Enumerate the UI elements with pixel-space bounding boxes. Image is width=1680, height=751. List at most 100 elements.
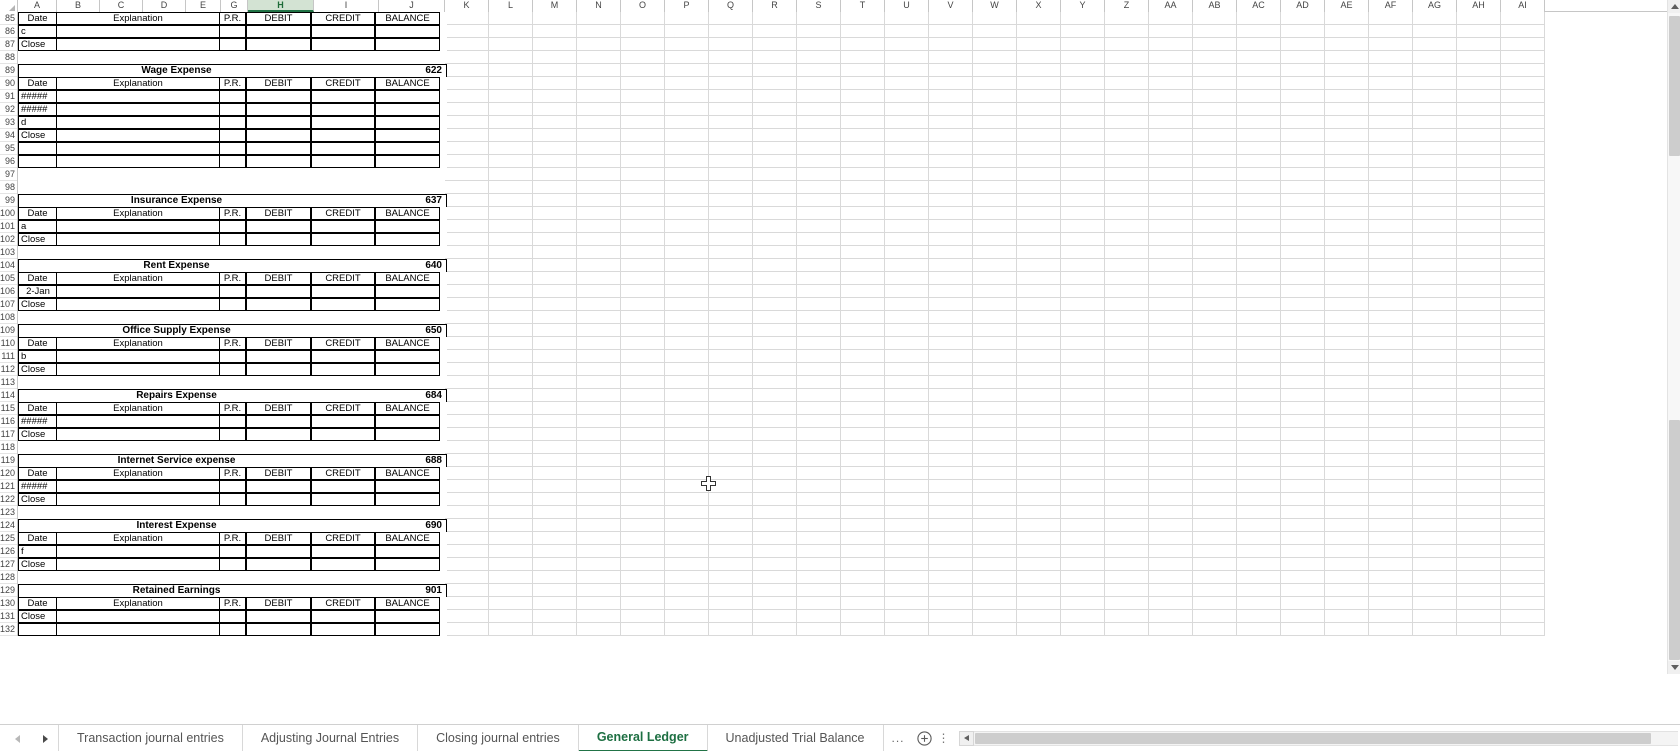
cell-P132[interactable]: [665, 623, 709, 636]
cell-L100[interactable]: [489, 207, 533, 220]
cell-M107[interactable]: [533, 298, 577, 311]
cell-N96[interactable]: [577, 155, 621, 168]
ledger-cell-balance[interactable]: [374, 129, 440, 142]
cell-AB127[interactable]: [1193, 558, 1237, 571]
cell-AD95[interactable]: [1281, 142, 1325, 155]
cell-L119[interactable]: [489, 454, 533, 467]
cell-M125[interactable]: [533, 532, 577, 545]
cell-U88[interactable]: [885, 51, 929, 64]
cell-AI96[interactable]: [1501, 155, 1545, 168]
cell-J98[interactable]: [379, 181, 445, 194]
ledger-cell-expl[interactable]: [56, 428, 220, 441]
cell-L96[interactable]: [489, 155, 533, 168]
cell-K117[interactable]: [445, 428, 489, 441]
cell-O105[interactable]: [621, 272, 665, 285]
cell-W90[interactable]: [973, 77, 1017, 90]
cell-AD107[interactable]: [1281, 298, 1325, 311]
account-number[interactable]: 650: [384, 325, 446, 337]
cell-S125[interactable]: [797, 532, 841, 545]
ledger-cell-credit[interactable]: [310, 155, 375, 168]
cell-L121[interactable]: [489, 480, 533, 493]
cell-U85[interactable]: [885, 12, 929, 25]
cell-AB112[interactable]: [1193, 363, 1237, 376]
cell-W85[interactable]: [973, 12, 1017, 25]
cell-Y113[interactable]: [1061, 376, 1105, 389]
cell-AE99[interactable]: [1325, 194, 1369, 207]
cell-M108[interactable]: [533, 311, 577, 324]
cell-M126[interactable]: [533, 545, 577, 558]
cell-AA102[interactable]: [1149, 233, 1193, 246]
ledger-cell-balance[interactable]: [374, 233, 440, 246]
ledger-cell-date[interactable]: Close: [18, 363, 57, 376]
cell-AE125[interactable]: [1325, 532, 1369, 545]
ledger-cell-pr[interactable]: [219, 38, 246, 51]
cell-AF128[interactable]: [1369, 571, 1413, 584]
cell-Z95[interactable]: [1105, 142, 1149, 155]
cell-O85[interactable]: [621, 12, 665, 25]
cell-T112[interactable]: [841, 363, 885, 376]
ledger-cell-date[interactable]: #####: [18, 90, 57, 103]
cell-AB107[interactable]: [1193, 298, 1237, 311]
cell-U103[interactable]: [885, 246, 929, 259]
cell-AC130[interactable]: [1237, 597, 1281, 610]
cell-N85[interactable]: [577, 12, 621, 25]
row-header-103[interactable]: 103: [0, 246, 17, 259]
ledger-header-date[interactable]: Date: [18, 402, 57, 415]
cell-M109[interactable]: [533, 324, 577, 337]
cell-AG97[interactable]: [1413, 168, 1457, 181]
cell-K95[interactable]: [445, 142, 489, 155]
horizontal-scrollbar[interactable]: [958, 730, 1678, 747]
cell-N119[interactable]: [577, 454, 621, 467]
cell-S98[interactable]: [797, 181, 841, 194]
cell-AE130[interactable]: [1325, 597, 1369, 610]
cell-AE132[interactable]: [1325, 623, 1369, 636]
ledger-header-date[interactable]: Date: [18, 77, 57, 90]
cell-P97[interactable]: [665, 168, 709, 181]
sheet-tab-closing-journal-entries[interactable]: Closing journal entries: [418, 724, 579, 751]
cell-Z111[interactable]: [1105, 350, 1149, 363]
ledger-cell-debit[interactable]: [245, 623, 311, 636]
cell-V92[interactable]: [929, 103, 973, 116]
cell-M120[interactable]: [533, 467, 577, 480]
cell-AF89[interactable]: [1369, 64, 1413, 77]
cell-Y101[interactable]: [1061, 220, 1105, 233]
cell-P131[interactable]: [665, 610, 709, 623]
cell-AE88[interactable]: [1325, 51, 1369, 64]
cell-N93[interactable]: [577, 116, 621, 129]
cell-S118[interactable]: [797, 441, 841, 454]
cell-B118[interactable]: [57, 441, 100, 454]
cell-U92[interactable]: [885, 103, 929, 116]
column-header-l[interactable]: L: [489, 0, 533, 12]
cell-AF92[interactable]: [1369, 103, 1413, 116]
ledger-cell-debit[interactable]: [245, 285, 311, 298]
cell-R85[interactable]: [753, 12, 797, 25]
cell-AG92[interactable]: [1413, 103, 1457, 116]
row-header-98[interactable]: 98: [0, 181, 17, 194]
cell-S116[interactable]: [797, 415, 841, 428]
cell-AI87[interactable]: [1501, 38, 1545, 51]
cell-X87[interactable]: [1017, 38, 1061, 51]
cell-Q129[interactable]: [709, 584, 753, 597]
cell-AE109[interactable]: [1325, 324, 1369, 337]
cell-V108[interactable]: [929, 311, 973, 324]
cell-P110[interactable]: [665, 337, 709, 350]
cell-R122[interactable]: [753, 493, 797, 506]
cell-L95[interactable]: [489, 142, 533, 155]
cell-AD103[interactable]: [1281, 246, 1325, 259]
cell-AB128[interactable]: [1193, 571, 1237, 584]
cell-V85[interactable]: [929, 12, 973, 25]
cell-S104[interactable]: [797, 259, 841, 272]
cell-AF88[interactable]: [1369, 51, 1413, 64]
cell-N110[interactable]: [577, 337, 621, 350]
account-title[interactable]: Internet Service expense: [19, 455, 384, 467]
cell-AC86[interactable]: [1237, 25, 1281, 38]
cell-S93[interactable]: [797, 116, 841, 129]
cell-U106[interactable]: [885, 285, 929, 298]
ledger-header-explanation[interactable]: Explanation: [56, 12, 220, 25]
cell-U86[interactable]: [885, 25, 929, 38]
cell-L109[interactable]: [489, 324, 533, 337]
cell-N107[interactable]: [577, 298, 621, 311]
cell-M96[interactable]: [533, 155, 577, 168]
row-header-87[interactable]: 87: [0, 38, 17, 51]
cell-P104[interactable]: [665, 259, 709, 272]
